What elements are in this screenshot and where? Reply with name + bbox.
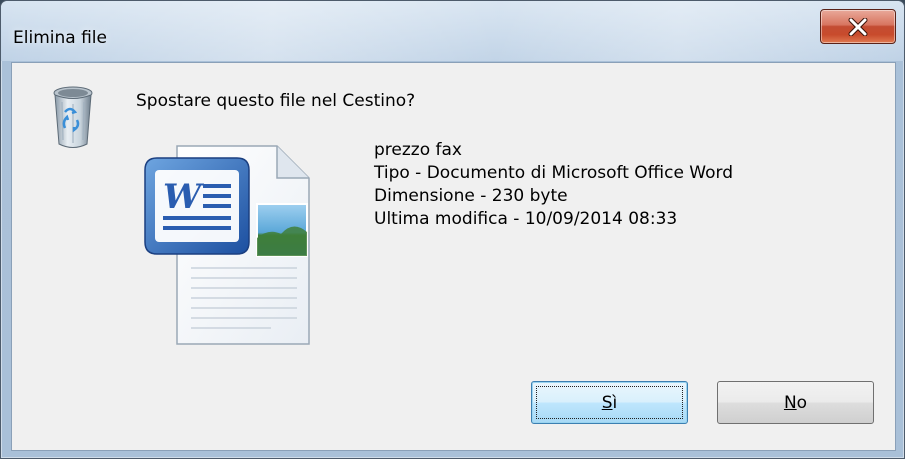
yes-mnemonic: S <box>601 392 613 413</box>
yes-button[interactable]: Sì <box>531 381 688 424</box>
window-title: Elimina file <box>13 28 107 48</box>
no-button-label: No <box>784 393 807 413</box>
dialog-window: Elimina file Spostare questo file nel Ce… <box>0 0 905 459</box>
file-details: prezzo fax Tipo - Documento di Microsoft… <box>374 139 733 231</box>
dialog-content: Spostare questo file nel Cestino? W prez… <box>11 62 896 451</box>
svg-text:W: W <box>163 177 204 217</box>
yes-rest: ì <box>612 392 618 413</box>
no-button[interactable]: No <box>717 381 874 424</box>
close-button[interactable] <box>820 9 896 44</box>
file-size: Dimensione - 230 byte <box>374 186 568 206</box>
no-rest: o <box>796 392 808 413</box>
file-modified: Ultima modifica - 10/09/2014 08:33 <box>374 209 678 229</box>
confirmation-question: Spostare questo file nel Cestino? <box>136 91 416 111</box>
yes-button-label: Sì <box>602 393 618 413</box>
file-type: Tipo - Documento di Microsoft Office Wor… <box>374 163 734 183</box>
file-name: prezzo fax <box>374 140 462 160</box>
word-document-icon: W <box>144 145 310 345</box>
no-mnemonic: N <box>783 392 797 413</box>
close-x-icon <box>848 17 868 36</box>
title-bar[interactable]: Elimina file <box>1 1 904 61</box>
recycle-bin-icon <box>53 86 93 148</box>
